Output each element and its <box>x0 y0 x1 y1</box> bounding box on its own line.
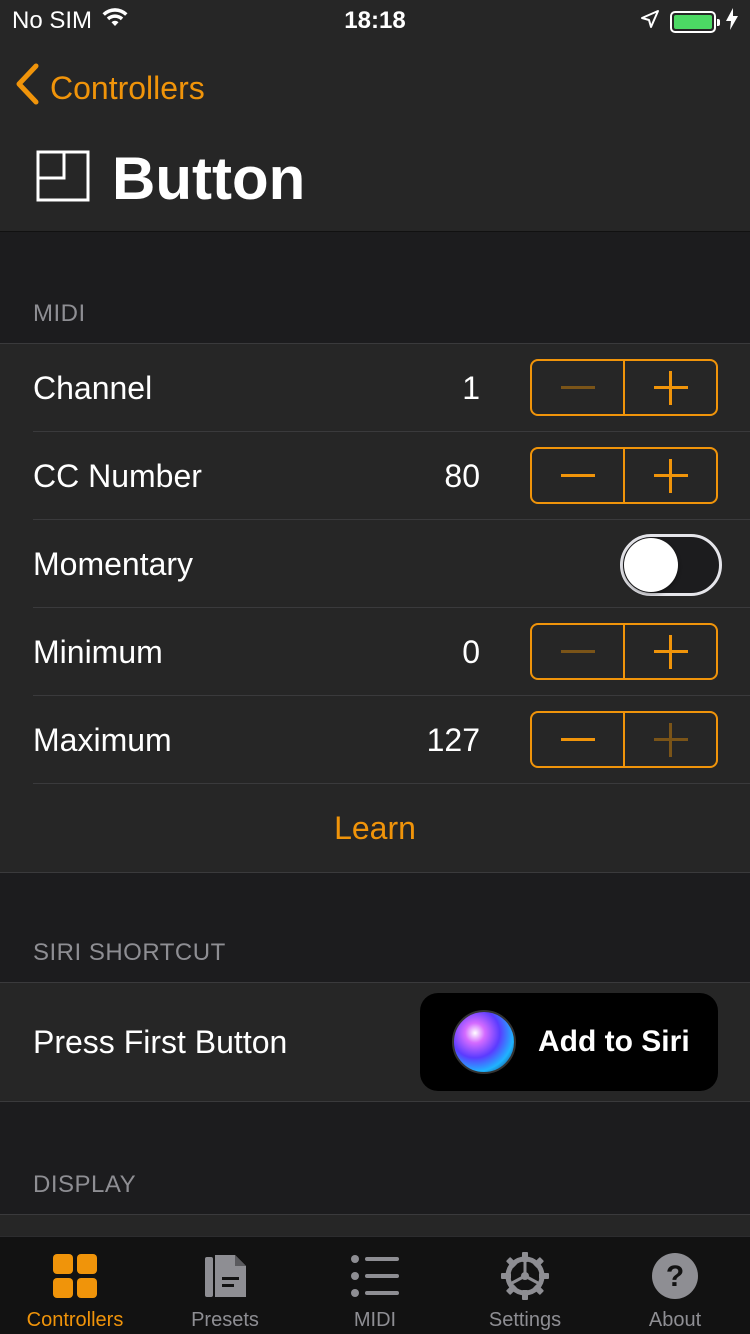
battery-level <box>674 14 712 29</box>
navigation-bar: Controllers Button <box>0 40 750 232</box>
increment-button[interactable] <box>623 449 716 502</box>
back-button[interactable]: Controllers <box>14 62 205 114</box>
increment-button[interactable] <box>623 713 716 766</box>
learn-button[interactable]: Learn <box>0 784 750 872</box>
row-channel: Channel 1 <box>0 344 750 432</box>
tab-label: About <box>648 1309 702 1331</box>
question-icon: ? <box>650 1251 700 1301</box>
minus-icon <box>560 386 595 389</box>
list-icon <box>350 1251 400 1301</box>
row-minimum: Minimum 0 <box>0 608 750 696</box>
minus-icon <box>560 650 595 653</box>
row-value: 80 <box>444 458 480 494</box>
cc-number-stepper[interactable] <box>530 447 718 504</box>
siri-icon <box>452 1010 516 1074</box>
status-bar: No SIM 18:18 <box>0 0 750 40</box>
section-header-midi: MIDI <box>33 300 86 327</box>
tab-presets[interactable]: Presets <box>150 1237 300 1334</box>
gear-icon <box>500 1251 550 1301</box>
row-value: 0 <box>462 634 480 670</box>
battery-icon <box>670 10 720 33</box>
row-label: Momentary <box>33 546 194 582</box>
row-label: Maximum <box>33 722 172 758</box>
section-header-display: DISPLAY <box>33 1171 137 1198</box>
row-label: Minimum <box>33 634 163 670</box>
button-controller-icon <box>36 150 90 207</box>
add-to-siri-button[interactable]: Add to Siri <box>420 993 718 1091</box>
increment-button[interactable] <box>623 361 716 414</box>
momentary-toggle[interactable] <box>620 534 722 596</box>
location-arrow-icon <box>640 9 660 34</box>
tab-label: Settings <box>488 1309 562 1331</box>
maximum-stepper[interactable] <box>530 711 718 768</box>
row-cc-number: CC Number 80 <box>0 432 750 520</box>
plus-icon <box>653 634 688 669</box>
status-right <box>640 8 738 35</box>
increment-button[interactable] <box>623 625 716 678</box>
tab-label: Controllers <box>26 1309 124 1331</box>
tab-label: MIDI <box>353 1309 397 1331</box>
decrement-button[interactable] <box>532 713 623 766</box>
chevron-left-icon <box>14 62 40 114</box>
row-maximum: Maximum 127 <box>0 696 750 784</box>
charging-bolt-icon <box>726 8 738 35</box>
plus-icon <box>653 722 688 757</box>
status-time: 18:18 <box>344 7 406 34</box>
add-to-siri-label: Add to Siri <box>538 1025 690 1058</box>
page-title: Button <box>112 145 306 212</box>
row-value: 127 <box>426 722 480 758</box>
grid-icon <box>50 1251 100 1301</box>
section-header-siri: SIRI SHORTCUT <box>33 939 226 966</box>
row-momentary: Momentary <box>0 520 750 608</box>
minus-icon <box>560 474 595 477</box>
decrement-button[interactable] <box>532 449 623 502</box>
plus-icon <box>653 458 688 493</box>
tab-label: Presets <box>191 1309 259 1331</box>
tab-about[interactable]: ? About <box>600 1237 750 1334</box>
row-value: 1 <box>462 370 480 406</box>
tab-controllers[interactable]: Controllers <box>0 1237 150 1334</box>
tab-bar: Controllers Presets MIDI Settings ? Abou… <box>0 1236 750 1334</box>
decrement-button[interactable] <box>532 625 623 678</box>
plus-icon <box>653 370 688 405</box>
tab-midi[interactable]: MIDI <box>300 1237 450 1334</box>
minimum-stepper[interactable] <box>530 623 718 680</box>
row-siri-shortcut: Press First Button Add to Siri <box>0 983 750 1101</box>
minus-icon <box>560 738 595 741</box>
page-title-wrap: Button <box>36 144 305 213</box>
back-button-label: Controllers <box>50 69 205 106</box>
row-label: CC Number <box>33 458 202 494</box>
row-label: Channel <box>33 370 153 406</box>
channel-stepper[interactable] <box>530 359 718 416</box>
tab-settings[interactable]: Settings <box>450 1237 600 1334</box>
decrement-button[interactable] <box>532 361 623 414</box>
siri-group: Press First Button Add to Siri <box>0 982 750 1102</box>
row-label: Press First Button <box>33 1024 288 1060</box>
svg-text:?: ? <box>666 1260 684 1293</box>
document-icon <box>200 1251 250 1301</box>
midi-group: Channel 1 CC Number 80 Momentary Minimum… <box>0 343 750 873</box>
toggle-knob <box>624 538 678 592</box>
